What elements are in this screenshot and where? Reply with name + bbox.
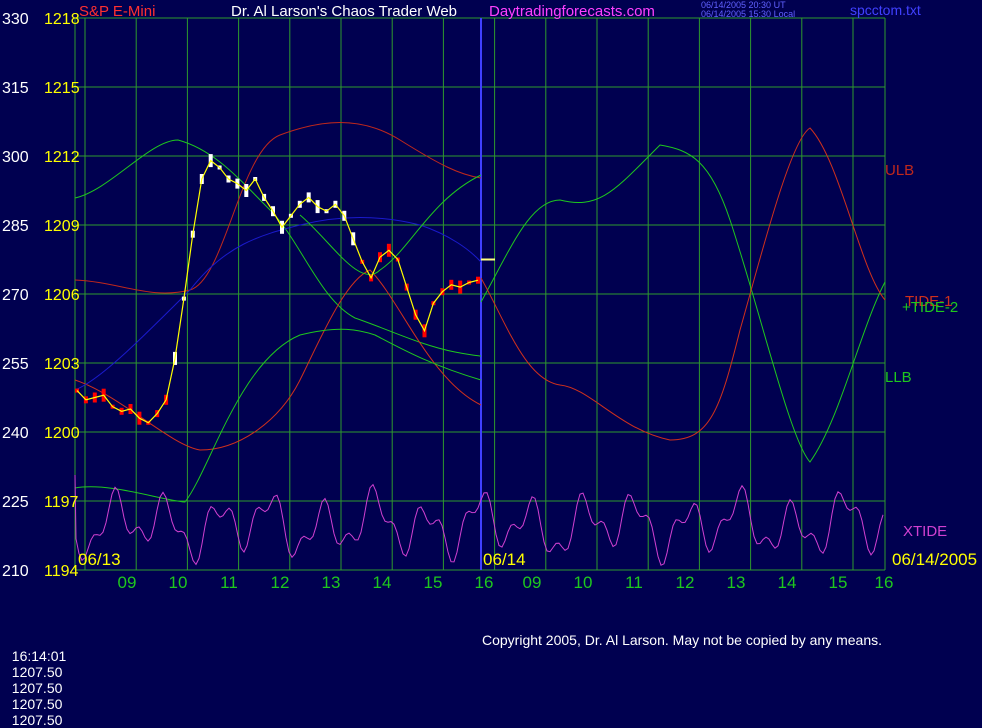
x-axis-tick: 10 <box>169 573 188 592</box>
x-axis-tick: 15 <box>424 573 443 592</box>
copyright-notice: Copyright 2005, Dr. Al Larson. May not b… <box>482 632 883 648</box>
date-label-mid: 06/14 <box>483 550 526 569</box>
x-axis-tick: 09 <box>118 573 137 592</box>
y-axis-left-tick: 330 <box>2 11 29 28</box>
time-local: 06/14/2005 15:30 Local <box>701 9 795 19</box>
y-axis-left-tick: 225 <box>2 494 29 511</box>
y-axis-right-tick: 1215 <box>44 80 80 97</box>
y-axis-right-tick: 1194 <box>44 563 79 580</box>
chart-title: Dr. Al Larson's Chaos Trader Web <box>231 3 457 20</box>
status-value: 1207.50 <box>11 696 63 712</box>
y-axis-left-tick: 315 <box>2 80 29 97</box>
y-axis-left-tick: 270 <box>2 287 29 304</box>
x-axis-tick: 14 <box>373 573 392 592</box>
x-axis-tick: 10 <box>574 573 593 592</box>
x-axis-tick: 16 <box>475 573 494 592</box>
annotation-xtide: XTIDE <box>903 523 947 540</box>
x-axis-tick: 13 <box>727 573 746 592</box>
y-axis-right-tick: 1212 <box>44 149 80 166</box>
annotation-llb: LLB <box>885 369 912 386</box>
y-axis-left-tick: 300 <box>2 149 29 166</box>
status-value: 1207.50 <box>11 712 63 728</box>
instrument-label: S&P E-Mini <box>79 3 155 20</box>
x-axis-tick: 13 <box>322 573 341 592</box>
status-time: 16:14:01 <box>11 648 67 664</box>
x-axis-tick: 14 <box>778 573 797 592</box>
x-axis-tick: 11 <box>625 573 643 592</box>
chaos-trader-chart: 3303153002852702552402252101218121512121… <box>0 0 982 632</box>
status-value: 1207.50 <box>11 664 63 680</box>
y-axis-right-tick: 1209 <box>44 218 80 235</box>
x-axis-tick: 12 <box>271 573 290 592</box>
date-label-start: 06/13 <box>78 550 121 569</box>
annotation-ulb: ULB <box>885 162 914 179</box>
date-label-end: 06/14/2005 <box>892 550 977 569</box>
status-value: 1207.50 <box>11 680 63 696</box>
site-label: Daytradingforecasts.com <box>489 3 655 20</box>
y-axis-left-tick: 210 <box>2 563 29 580</box>
x-axis-tick: 12 <box>676 573 695 592</box>
annotation-tide-2: +TIDE-2 <box>902 299 958 316</box>
y-axis-right-tick: 1203 <box>44 356 80 373</box>
y-axis-left-tick: 255 <box>2 356 29 373</box>
y-axis-left-tick: 240 <box>2 425 29 442</box>
y-axis-left-tick: 285 <box>2 218 29 235</box>
x-axis-tick: 15 <box>829 573 848 592</box>
y-axis-right-tick: 1200 <box>44 425 80 442</box>
chart-background <box>0 0 982 632</box>
status-line: 16:14:01 1207.50 1207.50 1207.50 1207.50 <box>4 632 67 728</box>
x-axis-tick: 11 <box>220 573 238 592</box>
x-axis-tick: 16 <box>875 573 894 592</box>
x-axis-tick: 09 <box>523 573 542 592</box>
y-axis-right-tick: 1218 <box>44 11 80 28</box>
y-axis-right-tick: 1206 <box>44 287 80 304</box>
filename-label: spcctom.txt <box>850 2 921 18</box>
y-axis-right-tick: 1197 <box>44 494 79 511</box>
